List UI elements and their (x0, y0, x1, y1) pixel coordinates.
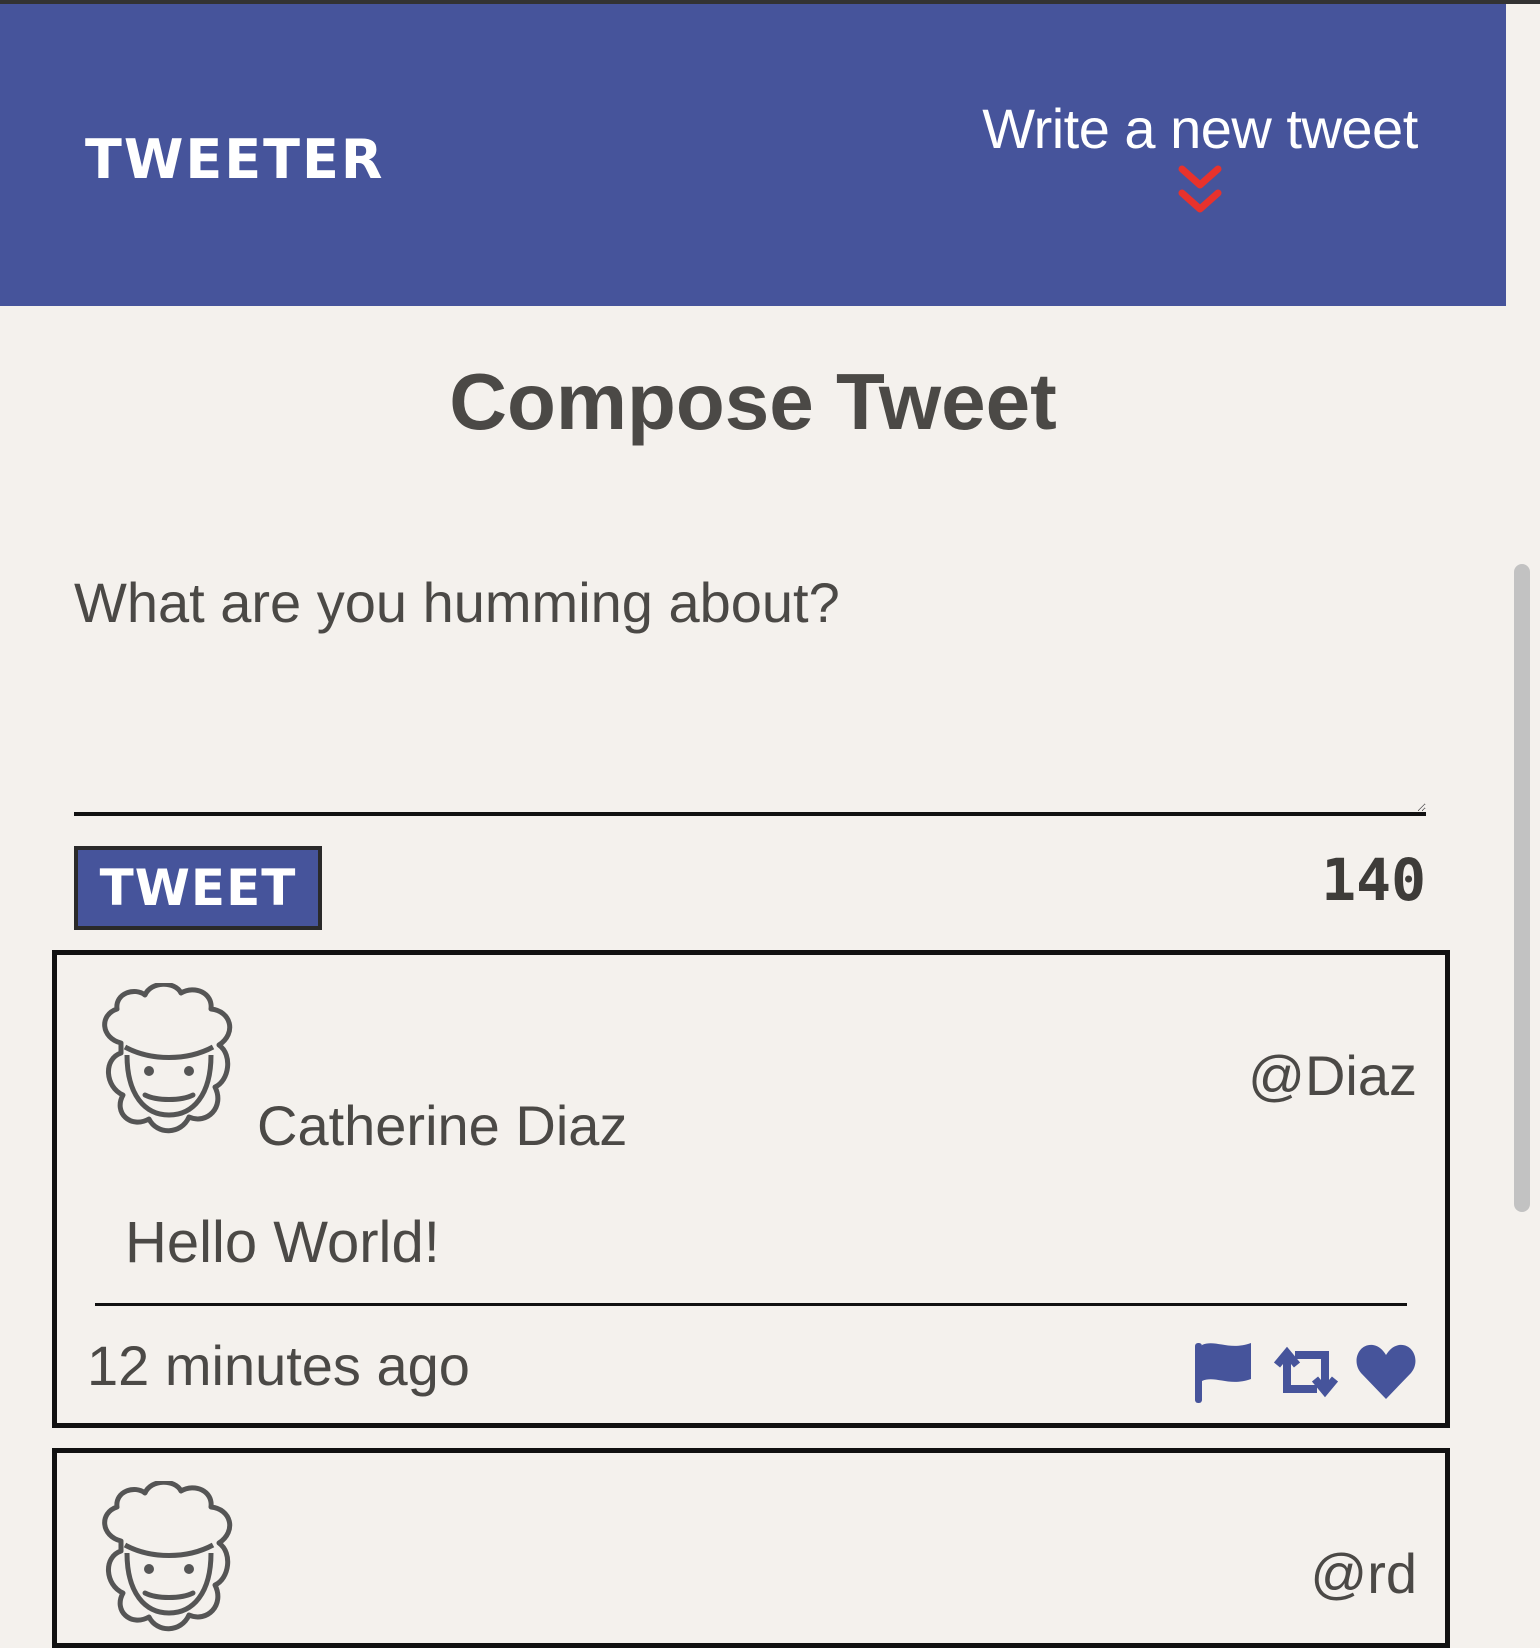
tweet-author-handle: @Diaz (1248, 1044, 1417, 1107)
write-new-tweet-toggle[interactable]: Write a new tweet (980, 96, 1420, 217)
tweet-divider (95, 1303, 1407, 1306)
brand-logo[interactable]: TWEETER (85, 128, 384, 191)
retweet-icon[interactable] (1273, 1339, 1339, 1405)
tweet-content: Hello World! (125, 1210, 440, 1275)
avatar-face-icon (102, 1481, 233, 1632)
double-chevron-down-icon[interactable] (1176, 165, 1224, 217)
tweet-input[interactable] (74, 570, 1426, 816)
avatar-face-icon (102, 983, 233, 1134)
compose-title: Compose Tweet (449, 357, 1057, 446)
flag-icon[interactable] (1193, 1339, 1259, 1405)
heart-icon[interactable] (1353, 1339, 1419, 1405)
tweet-card: Catherine Diaz @Diaz Hello World! 12 min… (52, 950, 1450, 1428)
write-new-tweet-label[interactable]: Write a new tweet (980, 96, 1420, 161)
top-nav: TWEETER Write a new tweet (0, 4, 1506, 306)
tweet-author-handle: @rd (1310, 1542, 1417, 1605)
tweet-submit-button[interactable]: TWEET (74, 846, 322, 930)
char-counter: 140 (1321, 846, 1426, 914)
tweet-card: @rd (52, 1448, 1450, 1648)
tweet-actions (1193, 1339, 1419, 1405)
tweet-timestamp: 12 minutes ago (87, 1334, 470, 1397)
scrollbar-thumb[interactable] (1514, 564, 1530, 1212)
tweet-author-name: Catherine Diaz (257, 1094, 628, 1157)
